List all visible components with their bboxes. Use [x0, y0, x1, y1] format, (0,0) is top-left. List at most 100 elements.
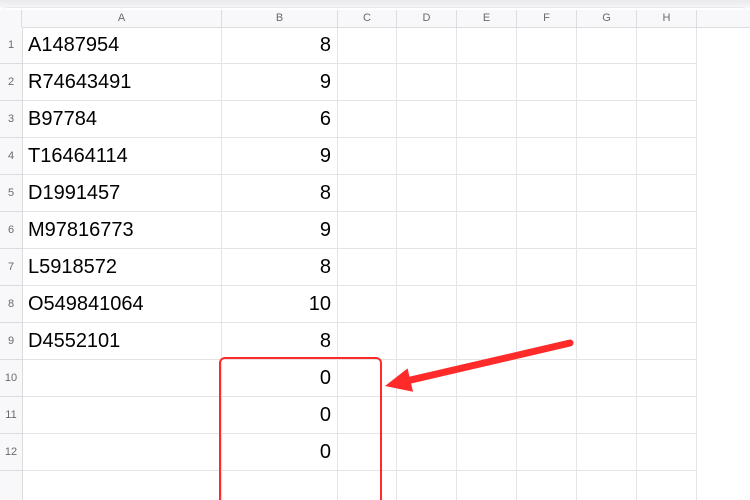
- column-header-C[interactable]: C: [338, 10, 397, 27]
- cell-E6[interactable]: [457, 212, 517, 249]
- cell-G3[interactable]: [577, 101, 637, 138]
- cell-E11[interactable]: [457, 397, 517, 434]
- cell-C7[interactable]: [338, 249, 397, 286]
- cell-A4[interactable]: T16464114: [22, 138, 222, 175]
- cell-B6[interactable]: 9: [222, 212, 338, 249]
- cell-B4[interactable]: 9: [222, 138, 338, 175]
- cell-F3[interactable]: [517, 101, 577, 138]
- row-header-10[interactable]: 10: [0, 360, 22, 397]
- cell-A6[interactable]: M97816773: [22, 212, 222, 249]
- cell-G2[interactable]: [577, 64, 637, 101]
- cell-D7[interactable]: [397, 249, 457, 286]
- cell-grid[interactable]: A14879548R746434919B977846T164641149D199…: [22, 27, 750, 500]
- cell-B12[interactable]: 0: [222, 434, 338, 471]
- cell-B11[interactable]: 0: [222, 397, 338, 434]
- cell-B1[interactable]: 8: [222, 27, 338, 64]
- cell-F13[interactable]: [517, 471, 577, 500]
- cell-A11[interactable]: [22, 397, 222, 434]
- cell-F8[interactable]: [517, 286, 577, 323]
- cell-H3[interactable]: [637, 101, 697, 138]
- cell-G12[interactable]: [577, 434, 637, 471]
- cell-A3[interactable]: B97784: [22, 101, 222, 138]
- cell-H13[interactable]: [637, 471, 697, 500]
- cell-E13[interactable]: [457, 471, 517, 500]
- row-header-9[interactable]: 9: [0, 323, 22, 360]
- cell-C9[interactable]: [338, 323, 397, 360]
- cell-A2[interactable]: R74643491: [22, 64, 222, 101]
- cell-E7[interactable]: [457, 249, 517, 286]
- cell-D12[interactable]: [397, 434, 457, 471]
- row-header-12[interactable]: 12: [0, 434, 22, 471]
- cell-C1[interactable]: [338, 27, 397, 64]
- row-header-5[interactable]: 5: [0, 175, 22, 212]
- row-header-6[interactable]: 6: [0, 212, 22, 249]
- cell-F9[interactable]: [517, 323, 577, 360]
- cell-A5[interactable]: D1991457: [22, 175, 222, 212]
- cell-C10[interactable]: [338, 360, 397, 397]
- cell-C5[interactable]: [338, 175, 397, 212]
- cell-H11[interactable]: [637, 397, 697, 434]
- cell-D8[interactable]: [397, 286, 457, 323]
- cell-H8[interactable]: [637, 286, 697, 323]
- cell-F12[interactable]: [517, 434, 577, 471]
- cell-B13[interactable]: [222, 471, 338, 500]
- cell-D9[interactable]: [397, 323, 457, 360]
- cell-B10[interactable]: 0: [222, 360, 338, 397]
- cell-G10[interactable]: [577, 360, 637, 397]
- cell-E1[interactable]: [457, 27, 517, 64]
- cell-D11[interactable]: [397, 397, 457, 434]
- cell-G11[interactable]: [577, 397, 637, 434]
- cell-F1[interactable]: [517, 27, 577, 64]
- cell-E2[interactable]: [457, 64, 517, 101]
- cell-A12[interactable]: [22, 434, 222, 471]
- cell-G1[interactable]: [577, 27, 637, 64]
- row-header-7[interactable]: 7: [0, 249, 22, 286]
- cell-E12[interactable]: [457, 434, 517, 471]
- cell-A8[interactable]: O549841064: [22, 286, 222, 323]
- cell-F7[interactable]: [517, 249, 577, 286]
- row-header-4[interactable]: 4: [0, 138, 22, 175]
- cell-D13[interactable]: [397, 471, 457, 500]
- cell-D5[interactable]: [397, 175, 457, 212]
- cell-B9[interactable]: 8: [222, 323, 338, 360]
- cell-D3[interactable]: [397, 101, 457, 138]
- cell-G7[interactable]: [577, 249, 637, 286]
- cell-E10[interactable]: [457, 360, 517, 397]
- cell-E9[interactable]: [457, 323, 517, 360]
- cell-C2[interactable]: [338, 64, 397, 101]
- row-header-8[interactable]: 8: [0, 286, 22, 323]
- cell-A7[interactable]: L5918572: [22, 249, 222, 286]
- cell-C11[interactable]: [338, 397, 397, 434]
- cell-F6[interactable]: [517, 212, 577, 249]
- cell-A9[interactable]: D4552101: [22, 323, 222, 360]
- cell-H9[interactable]: [637, 323, 697, 360]
- cell-F5[interactable]: [517, 175, 577, 212]
- cell-H5[interactable]: [637, 175, 697, 212]
- cell-B2[interactable]: 9: [222, 64, 338, 101]
- cell-E8[interactable]: [457, 286, 517, 323]
- cell-E3[interactable]: [457, 101, 517, 138]
- cell-B5[interactable]: 8: [222, 175, 338, 212]
- cell-H12[interactable]: [637, 434, 697, 471]
- column-header-F[interactable]: F: [517, 10, 577, 27]
- cell-H10[interactable]: [637, 360, 697, 397]
- cell-G13[interactable]: [577, 471, 637, 500]
- cell-F2[interactable]: [517, 64, 577, 101]
- cell-F10[interactable]: [517, 360, 577, 397]
- cell-D4[interactable]: [397, 138, 457, 175]
- cell-D2[interactable]: [397, 64, 457, 101]
- cell-G9[interactable]: [577, 323, 637, 360]
- cell-H1[interactable]: [637, 27, 697, 64]
- cell-B7[interactable]: 8: [222, 249, 338, 286]
- cell-H7[interactable]: [637, 249, 697, 286]
- cell-D6[interactable]: [397, 212, 457, 249]
- cell-A1[interactable]: A1487954: [22, 27, 222, 64]
- cell-B3[interactable]: 6: [222, 101, 338, 138]
- cell-G4[interactable]: [577, 138, 637, 175]
- column-header-B[interactable]: B: [222, 10, 338, 27]
- cell-F11[interactable]: [517, 397, 577, 434]
- cell-E5[interactable]: [457, 175, 517, 212]
- cell-C6[interactable]: [338, 212, 397, 249]
- row-header-1[interactable]: 1: [0, 27, 22, 64]
- column-header-E[interactable]: E: [457, 10, 517, 27]
